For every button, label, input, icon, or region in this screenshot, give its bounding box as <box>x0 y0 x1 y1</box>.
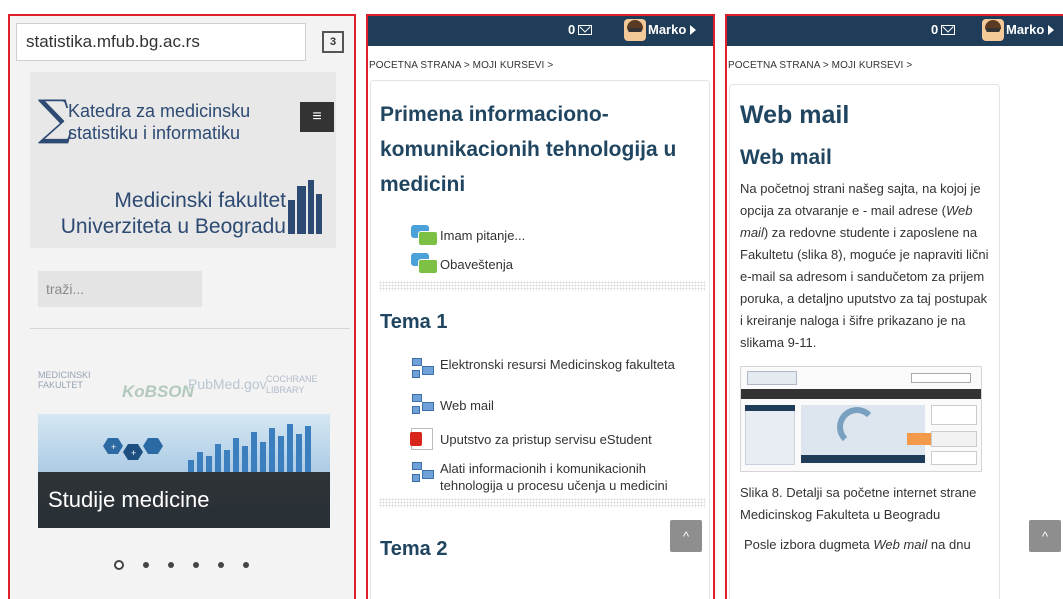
message-count: 0 <box>568 22 576 37</box>
activity-label[interactable]: Imam pitanje... <box>440 227 525 244</box>
activity-label[interactable]: Alati informacionih i komunikacionih teh… <box>440 460 699 494</box>
figure-caption: Slika 8. Detalji sa početne internet str… <box>740 485 977 522</box>
browser-url-bar: statistika.mfub.bg.ac.rs 3 <box>10 16 354 68</box>
course-title: Primena informaciono- komunikacionih teh… <box>380 97 709 202</box>
carousel-dot[interactable] <box>243 562 249 568</box>
url-field[interactable]: statistika.mfub.bg.ac.rs <box>16 23 306 61</box>
user-menu[interactable]: Marko <box>1006 22 1055 37</box>
faculty-small-logo[interactable]: MEDICINSKI FAKULTET <box>38 370 98 390</box>
user-name: Marko <box>1006 22 1045 37</box>
text-run: ) za redovne studente i zaposlene na Fak… <box>740 225 989 350</box>
forum-icon <box>411 253 438 275</box>
faculty-name-line2: Univerziteta u Beogradu <box>60 215 286 238</box>
user-menu[interactable]: Marko <box>648 22 697 37</box>
messages-button[interactable]: 0 <box>568 22 593 37</box>
resource-icon <box>411 356 437 382</box>
course-page-panel: 0 Marko POCETNA STRANA > MOJI KURSEVI > … <box>366 14 715 599</box>
activity-label[interactable]: Uputstvo za pristup servisu eStudent <box>440 431 652 448</box>
section-activities: Elektronski resursi Medicinskog fakultet… <box>371 334 709 494</box>
course-title-line: medicini <box>380 173 466 196</box>
department-title-line2: statistiku i informatiku <box>68 123 241 143</box>
carousel-dots <box>114 560 249 570</box>
activity-label[interactable]: Web mail <box>440 397 494 414</box>
breadcrumb[interactable]: POCETNA STRANA > MOJI KURSEVI > <box>368 46 713 80</box>
resource-icon <box>411 460 437 486</box>
cochrane-logo[interactable]: COCHRANE LIBRARY <box>266 374 336 396</box>
pubmed-logo[interactable]: PubMed.gov <box>188 376 267 392</box>
faculty-name: Medicinski fakultet Univerziteta u Beogr… <box>61 188 286 240</box>
course-title-line: Primena informaciono- <box>380 103 609 126</box>
envelope-icon <box>941 25 956 35</box>
divider <box>30 328 350 329</box>
hamburger-menu-button[interactable]: ≡ <box>300 102 334 132</box>
resource-activity[interactable]: Web mail <box>411 392 699 418</box>
section-separator <box>379 281 705 291</box>
pdf-icon <box>410 428 433 450</box>
messages-button[interactable]: 0 <box>931 22 956 37</box>
slide-caption: Studije medicine <box>38 472 330 528</box>
text-run: Posle izbora dugmeta <box>744 537 874 552</box>
moodle-header: 0 Marko <box>727 16 1063 46</box>
resource-activity[interactable]: Alati informacionih i komunikacionih teh… <box>411 460 699 494</box>
activity-label[interactable]: Obaveštenja <box>440 256 513 273</box>
user-avatar[interactable] <box>624 19 646 41</box>
course-title-line: komunikacionih tehnologija u <box>380 138 677 161</box>
partner-logos: MEDICINSKI FAKULTET KoBSON PubMed.gov CO… <box>38 362 338 408</box>
carousel-dot[interactable] <box>168 562 174 568</box>
carousel-dot[interactable] <box>114 560 124 570</box>
search-input[interactable]: traži... <box>38 271 202 307</box>
second-paragraph: Posle izbora dugmeta Web mail na dnu <box>740 534 992 556</box>
figure-screenshot <box>740 366 982 472</box>
intro-paragraph: Na početnoj strani našeg sajta, na kojoj… <box>740 178 992 354</box>
site-banner: ∑ Katedra za medicinsku statistiku i inf… <box>30 72 336 248</box>
forum-activity[interactable]: Imam pitanje... <box>411 222 709 249</box>
webmail-page-panel: 0 Marko POCETNA STRANA > MOJI KURSEVI > … <box>725 14 1063 599</box>
user-avatar[interactable] <box>982 19 1004 41</box>
department-title-line1: Katedra za medicinsku <box>68 101 251 121</box>
resource-activity[interactable]: Elektronski resursi Medicinskog fakultet… <box>411 356 699 382</box>
text-run: na dnu <box>927 537 971 552</box>
forum-activity[interactable]: Obaveštenja <box>411 249 709 279</box>
bar-graphic <box>188 422 318 472</box>
page-card: Web mail Web mail Na početnoj strani naš… <box>729 84 1000 599</box>
resource-icon <box>411 392 437 418</box>
medical-hexagons-graphic: + + <box>103 438 163 460</box>
breadcrumb[interactable]: POCETNA STRANA > MOJI KURSEVI > <box>727 46 1063 80</box>
scroll-to-top-button[interactable]: ^ <box>670 520 702 552</box>
moodle-header: 0 Marko <box>368 16 713 46</box>
page-subtitle: Web mail <box>740 146 832 169</box>
caret-right-icon <box>690 25 697 35</box>
page-title: Web mail <box>740 101 850 129</box>
tab-count-button[interactable]: 3 <box>322 31 344 53</box>
message-count: 0 <box>931 22 939 37</box>
scroll-to-top-button[interactable]: ^ <box>1029 520 1061 552</box>
department-title: Katedra za medicinsku statistiku i infor… <box>68 100 250 144</box>
carousel-dot[interactable] <box>218 562 224 568</box>
svg-text:+: + <box>131 448 136 458</box>
carousel-dot[interactable] <box>193 562 199 568</box>
carousel-dot[interactable] <box>143 562 149 568</box>
carousel-slide[interactable]: + + Studije medicine <box>38 414 330 528</box>
kobson-logo[interactable]: KoBSON <box>122 382 194 402</box>
course-card: Primena informaciono- komunikacionih teh… <box>370 80 710 599</box>
text-emphasis: Web mail <box>873 537 928 552</box>
envelope-icon <box>578 25 593 35</box>
text-run: Na početnoj strani našeg sajta, na kojoj… <box>740 181 981 218</box>
user-name: Marko <box>648 22 687 37</box>
pdf-activity[interactable]: Uputstvo za pristup servisu eStudent <box>410 428 699 450</box>
caret-right-icon <box>1048 25 1055 35</box>
faculty-building-icon <box>288 180 322 234</box>
faculty-name-line1: Medicinski fakultet <box>114 189 286 212</box>
section-heading: Tema 2 <box>380 538 448 560</box>
section-heading: Tema 1 <box>380 311 448 333</box>
svg-text:+: + <box>111 442 116 452</box>
section-separator <box>379 498 705 508</box>
forum-icon <box>411 224 438 247</box>
mobile-browser-panel: statistika.mfub.bg.ac.rs 3 ∑ Katedra za … <box>8 14 356 599</box>
activity-label[interactable]: Elektronski resursi Medicinskog fakultet… <box>410 356 675 373</box>
